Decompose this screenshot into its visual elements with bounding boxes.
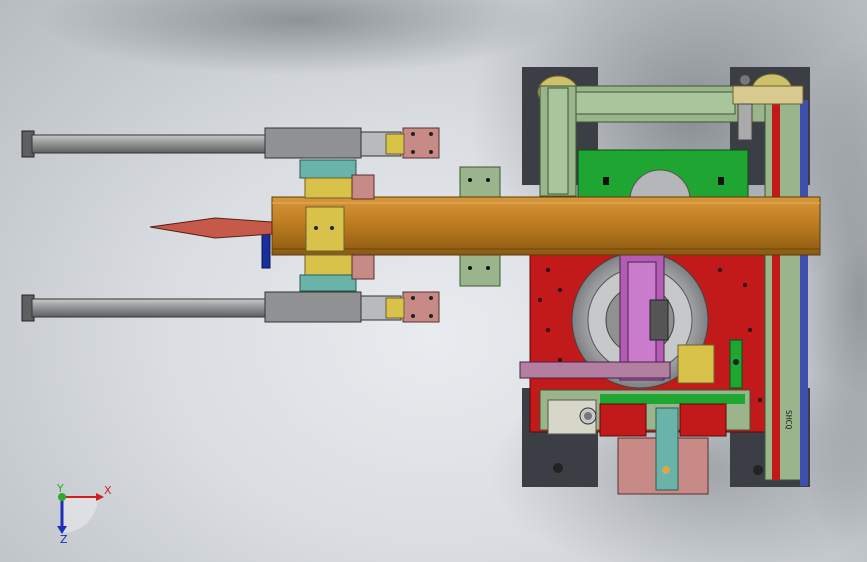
upper-cylinder[interactable] (21, 127, 440, 159)
beam-tip (149, 217, 273, 239)
upper-cylinder-end-bracket (402, 127, 440, 159)
rail-part-label: SHCQ (784, 410, 793, 429)
x-axis-arrow-icon (96, 493, 104, 501)
lower-cylinder-end-bracket (402, 291, 440, 323)
z-axis-label: Z (60, 533, 68, 546)
y-axis-label: Y (56, 482, 64, 495)
lower-cylinder[interactable] (21, 291, 440, 323)
yellow-collar (305, 206, 345, 252)
x-axis-label: X (104, 484, 112, 497)
cad-viewport[interactable]: SHCQ X Y Z (0, 0, 867, 562)
coordinate-triad[interactable]: X Y Z (56, 482, 112, 546)
main-beam (271, 196, 821, 256)
rail-right-vertical (764, 99, 802, 481)
cad-model-view[interactable]: SHCQ X Y Z (0, 0, 867, 562)
